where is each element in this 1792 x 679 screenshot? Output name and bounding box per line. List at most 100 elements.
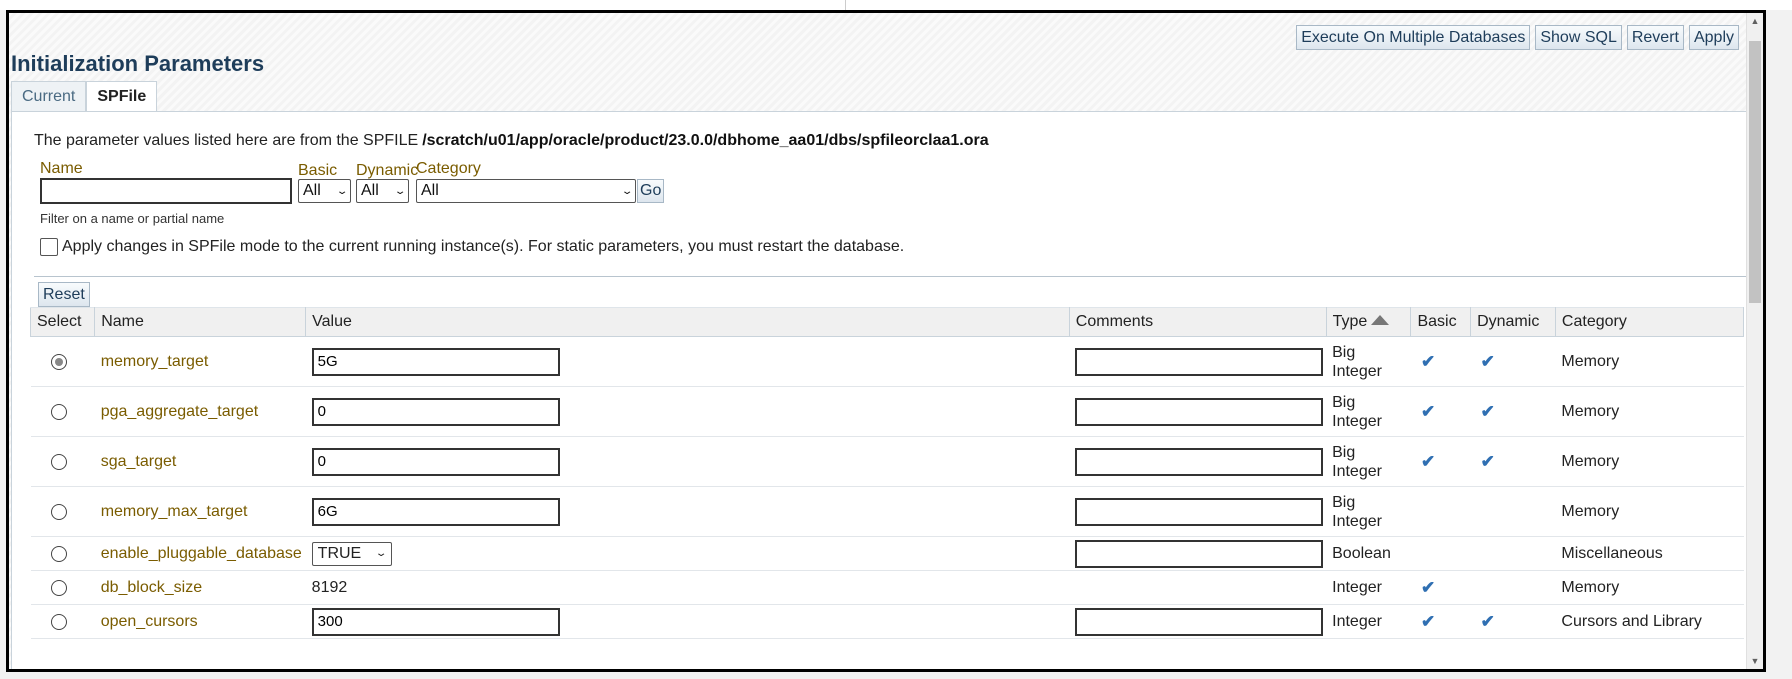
- check-icon: ✔: [1480, 401, 1495, 421]
- select-cell: [30, 536, 95, 571]
- basic-cell: ✔: [1410, 570, 1471, 605]
- select-cell: [30, 486, 95, 537]
- category-filter-value: All: [421, 182, 439, 199]
- name-filter-input[interactable]: [40, 178, 292, 204]
- parameter-name-link[interactable]: db_block_size: [101, 579, 202, 596]
- basic-filter-value: All: [303, 182, 321, 199]
- select-cell: [30, 604, 95, 639]
- parameter-name-link[interactable]: memory_target: [101, 353, 209, 370]
- scroll-down-icon[interactable]: ▼: [1747, 653, 1763, 669]
- comments-input[interactable]: [1075, 397, 1324, 426]
- page-title: Initialization Parameters: [11, 51, 265, 76]
- check-icon: ✔: [1480, 351, 1495, 371]
- tab-spfile[interactable]: SPFile: [86, 81, 158, 112]
- type-line-1: Big: [1332, 393, 1356, 411]
- value-input[interactable]: [311, 497, 560, 526]
- dynamic-cell: ✔: [1470, 386, 1556, 437]
- parameters-table: Select Name Value Comments Type Basic Dy…: [29, 307, 1745, 639]
- tab-current[interactable]: Current: [11, 81, 87, 112]
- revert-button[interactable]: Revert: [1626, 25, 1684, 50]
- comments-input[interactable]: [1075, 539, 1324, 568]
- category-filter-select[interactable]: All ⌄: [416, 179, 636, 203]
- column-header-category[interactable]: Category: [1554, 307, 1745, 337]
- comments-input[interactable]: [1075, 447, 1324, 476]
- column-header-name[interactable]: Name: [94, 307, 307, 337]
- dynamic-cell: ✔: [1470, 436, 1556, 487]
- category-cell: Memory: [1555, 386, 1744, 437]
- type-text: Big Integer: [1332, 393, 1405, 431]
- row-select-radio[interactable]: [50, 353, 67, 370]
- name-cell: memory_target: [94, 336, 306, 387]
- column-header-type[interactable]: Type: [1325, 307, 1412, 337]
- type-line-2: Integer: [1332, 412, 1382, 430]
- sort-ascending-icon[interactable]: [1371, 315, 1390, 325]
- type-line-1: Integer: [1332, 613, 1382, 630]
- parameter-name-link[interactable]: sga_target: [101, 453, 177, 470]
- comments-input[interactable]: [1075, 607, 1324, 636]
- category-text: Memory: [1561, 502, 1620, 520]
- comments-cell: [1069, 536, 1327, 571]
- basic-filter-select[interactable]: All ⌄: [298, 179, 351, 203]
- comments-cell: [1069, 570, 1327, 605]
- basic-cell: [1410, 486, 1471, 537]
- type-text: Big Integer: [1332, 443, 1405, 481]
- check-icon: ✔: [1420, 611, 1436, 631]
- page-content: Execute On Multiple Databases Show SQL R…: [9, 13, 1747, 669]
- row-select-radio[interactable]: [50, 579, 67, 596]
- check-icon: ✔: [1420, 451, 1436, 471]
- select-cell: [30, 336, 95, 387]
- spfile-path: /scratch/u01/app/oracle/product/23.0.0/d…: [422, 132, 989, 149]
- parameter-name-link[interactable]: pga_aggregate_target: [101, 403, 258, 420]
- select-cell: [30, 436, 95, 487]
- scroll-up-icon[interactable]: ▲: [1747, 13, 1763, 29]
- scrollbar-thumb[interactable]: [1749, 41, 1761, 303]
- value-cell: [305, 436, 1070, 487]
- vertical-scrollbar[interactable]: ▲ ▼: [1746, 13, 1763, 669]
- reset-button[interactable]: Reset: [38, 282, 90, 307]
- row-select-radio[interactable]: [50, 503, 67, 520]
- parameter-name-link[interactable]: open_cursors: [101, 613, 198, 630]
- column-header-type-label: Type: [1332, 313, 1368, 330]
- name-cell: open_cursors: [94, 604, 306, 639]
- row-select-radio[interactable]: [50, 403, 67, 420]
- comments-cell: [1069, 486, 1327, 537]
- type-line-2: Integer: [1332, 362, 1382, 380]
- basic-cell: ✔: [1410, 386, 1471, 437]
- parameter-name-link[interactable]: enable_pluggable_database: [101, 545, 302, 562]
- execute-multiple-databases-button[interactable]: Execute On Multiple Databases: [1296, 25, 1531, 50]
- dynamic-filter-select[interactable]: All ⌄: [356, 179, 409, 203]
- category-cell: Memory: [1555, 436, 1744, 487]
- select-cell: [30, 386, 95, 437]
- comments-cell: [1069, 386, 1327, 437]
- row-select-radio[interactable]: [50, 453, 67, 470]
- comments-input[interactable]: [1075, 497, 1324, 526]
- value-select-text: TRUE: [317, 544, 362, 562]
- value-input[interactable]: [311, 397, 560, 426]
- category-cell: Memory: [1555, 486, 1744, 537]
- value-input[interactable]: [311, 607, 560, 636]
- table-row: memory_max_target BigInteger Memory: [30, 486, 1744, 537]
- basic-filter-label: Basic: [298, 162, 338, 179]
- spfile-info: The parameter values listed here are fro…: [34, 132, 989, 150]
- category-text: Memory: [1561, 578, 1620, 596]
- category-text: Memory: [1561, 352, 1620, 370]
- row-select-radio[interactable]: [50, 613, 67, 630]
- parameter-name-link[interactable]: memory_max_target: [101, 503, 248, 520]
- value-select[interactable]: TRUE ⌄: [311, 541, 392, 566]
- apply-button[interactable]: Apply: [1688, 25, 1739, 50]
- column-header-select: Select: [29, 307, 96, 337]
- apply-instance-checkbox[interactable]: [40, 238, 58, 256]
- comments-input[interactable]: [1075, 347, 1324, 376]
- category-text: Memory: [1561, 452, 1620, 470]
- show-sql-button[interactable]: Show SQL: [1535, 25, 1622, 50]
- type-cell: Boolean: [1326, 536, 1411, 571]
- category-filter-label: Category: [416, 160, 481, 177]
- value-input[interactable]: [311, 447, 560, 476]
- category-cell: Memory: [1555, 570, 1744, 605]
- dynamic-cell: [1470, 570, 1556, 605]
- value-input[interactable]: [311, 347, 560, 376]
- row-select-radio[interactable]: [50, 545, 67, 562]
- type-cell: Integer: [1326, 570, 1411, 605]
- go-button[interactable]: Go: [637, 179, 665, 203]
- basic-cell: [1410, 536, 1471, 571]
